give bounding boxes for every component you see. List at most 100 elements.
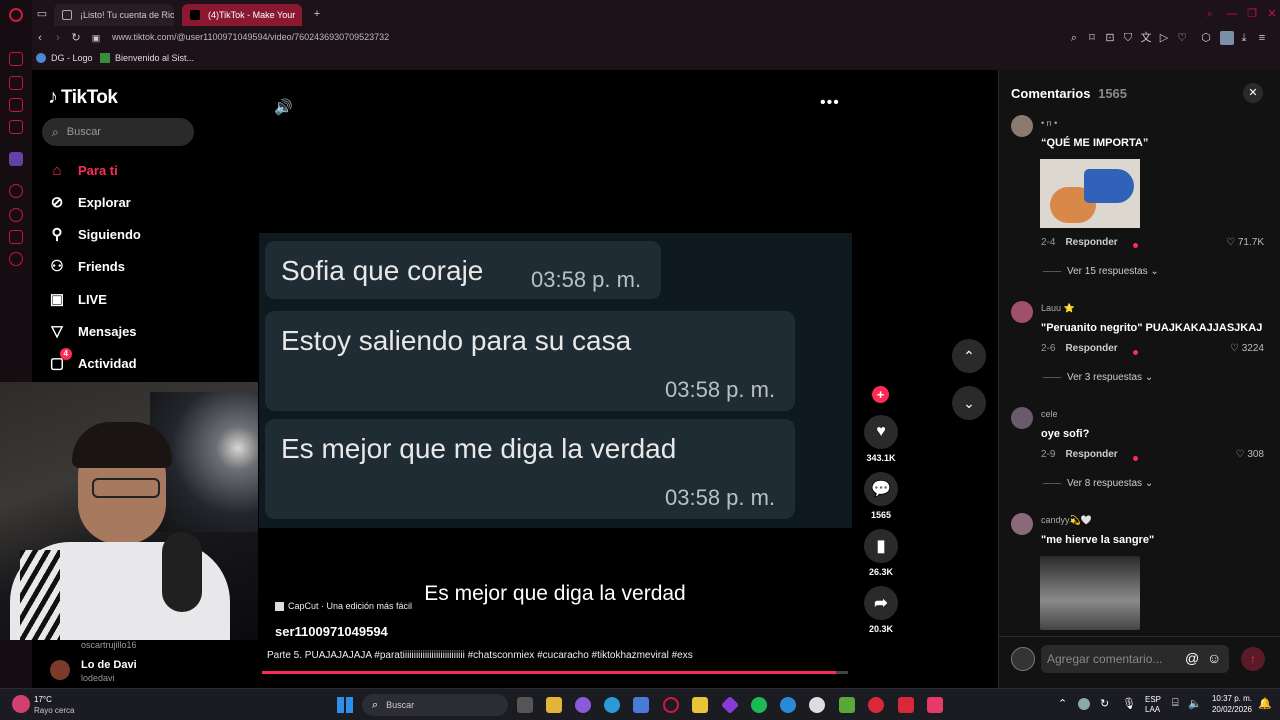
like-button[interactable]: ♥ 343.1K [864, 415, 898, 463]
comment-like[interactable]: ♡ 71.7K [1226, 237, 1264, 248]
easy-setup-icon[interactable]: ≡ [1256, 32, 1268, 44]
tiktok-search[interactable]: ⌕ Buscar [42, 118, 194, 146]
view-replies[interactable]: Ver 8 respuestas ⌄ [1043, 478, 1153, 489]
comment-user[interactable]: cele [1041, 409, 1058, 419]
comment-button[interactable]: 💬 1565 [864, 472, 898, 520]
app-diamond-icon[interactable] [720, 695, 740, 715]
sidebar-bag-icon[interactable] [9, 76, 23, 90]
capcut-badge[interactable]: CapCut · Una edición más fácil [275, 601, 412, 611]
comment-image[interactable] [1040, 556, 1140, 630]
sidebar-pinboard-icon[interactable] [9, 230, 23, 244]
avatar[interactable] [1011, 115, 1033, 137]
tab-tiktok[interactable]: (4)TikTok - Make Your [182, 4, 302, 26]
windows-start-icon[interactable] [337, 697, 353, 713]
forward-icon[interactable]: › [52, 32, 64, 44]
comment-like[interactable]: ♡ 308 [1236, 449, 1264, 460]
copilot-icon[interactable] [575, 697, 591, 713]
github-icon[interactable] [809, 697, 825, 713]
search-input[interactable]: Buscar [67, 126, 101, 138]
shield-icon[interactable]: ⛉ [1122, 32, 1134, 44]
tab-workspace-icon[interactable]: ▭ [36, 8, 48, 20]
comment-user[interactable]: • n • [1041, 118, 1057, 128]
file-explorer-icon[interactable] [546, 697, 562, 713]
tiktok-logo[interactable]: ♪ TikTok [48, 86, 118, 109]
edge-icon[interactable] [604, 697, 620, 713]
avatar[interactable] [1011, 407, 1033, 429]
follow-plus-icon[interactable]: + [872, 386, 889, 403]
store-icon[interactable] [633, 697, 649, 713]
weather-icon[interactable] [12, 695, 30, 713]
tray-sync-icon[interactable]: ↻ [1100, 697, 1109, 710]
android-icon[interactable] [839, 697, 855, 713]
heart-icon[interactable]: ♡ [1176, 32, 1188, 44]
maximize-icon[interactable]: ❐ [1246, 8, 1258, 20]
opera-logo-icon[interactable] [9, 8, 23, 22]
search-tabs-icon[interactable]: ⌕ [1204, 8, 1216, 20]
emoji-icon[interactable]: ☺ [1207, 650, 1221, 666]
following-item[interactable]: Lo de Davi lodedavi [50, 658, 250, 684]
sidebar-home-icon[interactable] [9, 52, 23, 66]
reply-button[interactable]: Responder [1065, 449, 1117, 460]
sidebar-settings-icon[interactable] [9, 252, 23, 266]
tray-mic-icon[interactable]: 🎙 [1122, 697, 1136, 710]
sidebar-history-icon[interactable] [9, 208, 23, 222]
user-avatar[interactable] [1011, 647, 1035, 671]
menu-para-ti[interactable]: ⌂ Para ti [48, 156, 117, 184]
sidebar-messenger-icon[interactable] [9, 98, 23, 112]
sidebar-instagram-icon[interactable] [9, 120, 23, 134]
play-icon[interactable]: ▷ [1158, 32, 1170, 44]
download-icon[interactable]: ⤓ [1238, 32, 1250, 44]
tray-volume-icon[interactable]: 🔈 [1188, 697, 1202, 710]
close-window-icon[interactable]: ✕ [1266, 8, 1278, 20]
minimize-icon[interactable]: — [1226, 8, 1238, 20]
snapshot-icon[interactable]: ⊡ [1104, 32, 1116, 44]
menu-mensajes[interactable]: ▽ Mensajes [48, 317, 136, 345]
comment-user[interactable]: Lauu ⭐ [1041, 303, 1075, 314]
reply-button[interactable]: Responder [1065, 237, 1117, 248]
reply-button[interactable]: Responder [1065, 343, 1117, 354]
menu-live[interactable]: ▣ LIVE [48, 285, 107, 313]
app-pink-icon[interactable] [927, 697, 943, 713]
clock-time[interactable]: 10:37 p. m. [1210, 694, 1252, 703]
previous-video-button[interactable]: ⌃ [952, 339, 986, 373]
clock-date[interactable]: 20/02/2026 [1206, 705, 1252, 714]
avatar[interactable] [1011, 301, 1033, 323]
lang-label-2[interactable]: LAA [1145, 705, 1160, 714]
comment-sticker-image[interactable] [1040, 159, 1140, 228]
profile-avatar[interactable] [1220, 31, 1234, 45]
browser-c-icon[interactable] [780, 697, 796, 713]
menu-explorar[interactable]: ⊘ Explorar [48, 188, 131, 216]
new-tab-icon[interactable]: + [311, 8, 323, 20]
zoom-icon[interactable]: ⌕ [1068, 32, 1080, 44]
comment-like[interactable]: ♡ 3224 [1230, 343, 1264, 354]
app-vscode-icon[interactable] [898, 697, 914, 713]
view-replies[interactable]: Ver 3 respuestas ⌄ [1043, 372, 1153, 383]
save-button[interactable]: ▮ 26.3K [864, 529, 898, 577]
taskbar-search[interactable]: ⌕ Buscar [362, 694, 508, 716]
menu-actividad[interactable]: ▢ 4 Actividad [48, 348, 137, 377]
volume-icon[interactable]: 🔊 [274, 98, 293, 116]
tray-network-icon[interactable]: ⌸ [1172, 697, 1179, 710]
reload-icon[interactable]: ↻ [70, 32, 82, 44]
extensions-icon[interactable]: ⬡ [1200, 32, 1212, 44]
share-button[interactable]: ➦ 20.3K [864, 586, 898, 634]
opera-taskbar-icon[interactable] [663, 697, 679, 713]
powerbi-icon[interactable] [692, 697, 708, 713]
tab-riot[interactable]: ¡Listo! Tu cuenta de Riot y [54, 4, 174, 26]
sidebar-twitch-icon[interactable] [9, 152, 23, 166]
comment-user[interactable]: candyy💫🤍 [1041, 515, 1092, 526]
bookmark-dg-logo[interactable]: DG - Logo [36, 53, 93, 63]
view-replies[interactable]: Ver 15 respuestas ⌄ [1043, 266, 1159, 277]
tray-chevron-icon[interactable]: ⌃ [1058, 697, 1067, 710]
video-author[interactable]: ser1100971049594 [275, 624, 388, 639]
menu-friends[interactable]: ⚇ Friends [48, 252, 125, 280]
tray-onedrive-icon[interactable] [1078, 698, 1090, 710]
avatar[interactable] [1011, 513, 1033, 535]
url-field[interactable]: www.tiktok.com/@user1100971049594/video/… [112, 32, 389, 42]
translate-icon[interactable]: 文 [1140, 32, 1152, 44]
lang-label[interactable]: ESP [1145, 695, 1161, 704]
bookmark-sistema[interactable]: Bienvenido al Sist... [100, 53, 194, 63]
send-comment-button[interactable]: ↑ [1241, 647, 1265, 671]
bookmark-icon[interactable]: ⌑ [1086, 32, 1098, 44]
notification-icon[interactable]: 🔔 [1258, 697, 1272, 710]
